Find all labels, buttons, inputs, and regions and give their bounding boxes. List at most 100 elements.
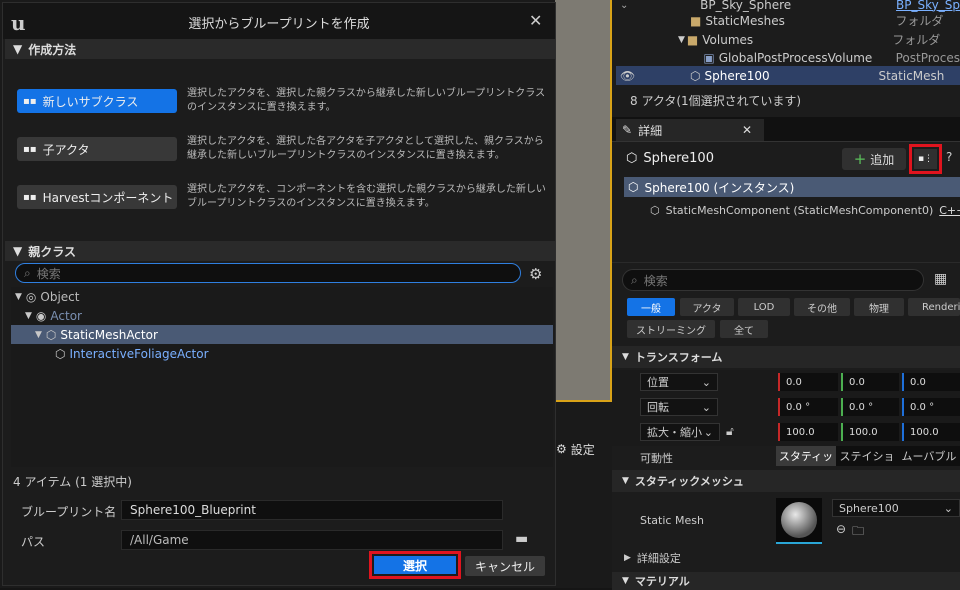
component-row-instance[interactable]: ⬡ Sphere100 (インスタンス) [624, 177, 960, 197]
material-header[interactable]: ▼ マテリアル [612, 572, 960, 590]
chevron-down-icon: ⌄ [701, 400, 711, 414]
browse-icon[interactable]: 🗀︎ [852, 522, 864, 543]
cpp-link[interactable]: C++ [939, 204, 960, 217]
expand-arrow-icon: ▼ [678, 34, 685, 45]
static-mesh-header[interactable]: ▼ スタティックメッシュ [612, 470, 960, 492]
details-search-placeholder: 検索 [643, 273, 668, 288]
blueprint-icon: ▪▪ [23, 191, 37, 203]
rotation-y-field[interactable]: 0.0 ° [841, 398, 899, 416]
rotation-dropdown[interactable]: 回転 ⌄ [640, 398, 718, 416]
scale-x-field[interactable]: 100.0 [778, 423, 838, 441]
parent-class-header[interactable]: ▼ 親クラス [5, 241, 555, 261]
static-mesh-section-label: スタティックメッシュ [634, 475, 744, 488]
scale-dropdown[interactable]: 拡大・縮小 ⌄ [640, 423, 720, 441]
new-subclass-button[interactable]: ▪▪ 新しいサブクラス [17, 89, 177, 113]
details-search-input[interactable]: ⌕ 検索 [622, 269, 924, 291]
outliner-row[interactable]: ▣ GlobalPostProcessVolume PostProces [612, 48, 960, 67]
category-physics[interactable]: 物理 [854, 298, 904, 316]
path-label: パス [21, 535, 46, 549]
category-lod[interactable]: LOD [738, 298, 790, 316]
cube-icon: ⬡ [650, 203, 660, 217]
new-subclass-description: 選択したアクタを、選択した親クラスから継承した新しいブループリントクラスのインス… [187, 88, 546, 113]
outliner-item-name: Volumes [702, 32, 754, 47]
mobility-segmented: スタティッ ステイショ ムーバブル [776, 446, 960, 466]
blueprint-name-input[interactable]: Sphere100_Blueprint [121, 500, 503, 520]
mobility-static-option[interactable]: スタティッ [776, 446, 836, 466]
category-all[interactable]: 全て [720, 320, 768, 338]
search-icon: ⌕ [24, 265, 31, 280]
dialog-title-bar: u 選択からブループリントを作成 ✕ [3, 3, 555, 39]
outliner-item-type: フォルダ [895, 14, 944, 28]
category-actor[interactable]: アクタ [680, 298, 734, 316]
advanced-row[interactable]: ▶ 詳細設定 [612, 548, 960, 568]
expand-arrow-icon: ▼ [15, 291, 22, 302]
instance-label: Sphere100 (インスタンス) [644, 180, 795, 195]
class-search-input[interactable]: ⌕ 検索 [15, 263, 521, 283]
outliner-row-selected[interactable]: 👁 ⬡ Sphere100 StaticMesh [616, 66, 960, 85]
child-actor-button[interactable]: ▪▪ 子アクタ [17, 137, 177, 161]
location-y-field[interactable]: 0.0 [841, 373, 899, 391]
new-subclass-label: 新しいサブクラス [42, 94, 139, 109]
expand-arrow-icon: ▼ [35, 329, 42, 340]
dialog-title: 選択からブループリントを作成 [188, 17, 370, 32]
viewport-settings-button[interactable]: ⚙ 設定 [556, 436, 612, 462]
category-misc[interactable]: その他 [794, 298, 850, 316]
help-icon[interactable]: ? [946, 150, 952, 164]
harvest-components-button[interactable]: ▪▪ Harvestコンポーネント [17, 185, 177, 209]
creation-method-header[interactable]: ▼ 作成方法 [5, 39, 555, 59]
tree-item-object[interactable]: ▼ ◎ Object [11, 287, 553, 306]
tab-details-label: 詳細 [638, 123, 663, 138]
scale-label: 拡大・縮小 [647, 426, 702, 439]
blueprint-icon: ▪▪ [23, 143, 37, 155]
outliner-row[interactable]: ▼ ■ Volumes フォルダ [612, 30, 960, 49]
transform-header[interactable]: ▼ トランスフォーム [612, 346, 960, 368]
location-z-field[interactable]: 0.0 [902, 373, 960, 391]
convert-to-blueprint-button[interactable]: ▪⋮ [914, 149, 937, 169]
static-mesh-dropdown[interactable]: Sphere100 ⌄ [832, 499, 960, 517]
location-dropdown[interactable]: 位置 ⌄ [640, 373, 718, 391]
path-input[interactable]: /All/Game [121, 530, 503, 550]
cancel-button[interactable]: キャンセル [465, 556, 545, 576]
tree-item-staticmeshactor[interactable]: ▼ ⬡ StaticMeshActor [11, 325, 553, 344]
search-icon: ⌕ [631, 272, 638, 287]
collapse-arrow-icon: ▼ [622, 476, 629, 486]
tree-item-interactivefoliageactor[interactable]: ⬡ InteractiveFoliageActor [11, 344, 553, 363]
grid-view-icon[interactable]: ▦ [934, 271, 947, 287]
add-component-button[interactable]: + 追加 [842, 148, 906, 170]
gear-icon[interactable]: ⚙ [529, 265, 542, 283]
rotation-z-field[interactable]: 0.0 ° [902, 398, 960, 416]
mesh-actions: ⊖ 🗀︎ [836, 522, 864, 543]
class-search-placeholder: 検索 [36, 266, 61, 281]
tree-item-actor[interactable]: ▼ ◉ Actor [11, 306, 553, 325]
viewport-focus-border [556, 0, 612, 402]
category-streaming[interactable]: ストリーミング [627, 320, 715, 338]
blueprint-icon: ▪▪ [23, 95, 37, 107]
category-rendering[interactable]: Rendering [908, 298, 960, 316]
rotation-x-field[interactable]: 0.0 ° [778, 398, 838, 416]
scale-z-field[interactable]: 100.0 [902, 423, 960, 441]
tab-details[interactable]: ✎ 詳細 ✕ [616, 119, 764, 141]
mobility-stationary-option[interactable]: ステイショ [836, 446, 898, 466]
component-row-staticmesh[interactable]: ⬡ StaticMeshComponent (StaticMeshCompone… [650, 200, 960, 220]
folder-icon[interactable]: ▬ [515, 531, 528, 547]
location-x-field[interactable]: 0.0 [778, 373, 838, 391]
use-selected-icon[interactable]: ⊖ [836, 522, 846, 543]
select-button[interactable]: 選択 [374, 556, 456, 574]
static-mesh-thumbnail[interactable] [776, 498, 822, 544]
tree-arrow-icon: ⌄ [620, 0, 629, 11]
close-icon[interactable]: ✕ [742, 123, 752, 137]
collapse-arrow-icon: ▼ [13, 42, 23, 56]
close-icon[interactable]: ✕ [529, 11, 542, 30]
component-label: StaticMeshComponent (StaticMeshComponent… [665, 203, 934, 217]
category-general[interactable]: 一般 [627, 298, 675, 316]
outliner-row[interactable]: ■ StaticMeshes フォルダ [612, 11, 960, 30]
folder-open-icon: ■ [686, 32, 699, 47]
chevron-down-icon: ⌄ [703, 425, 713, 439]
object-class-icon: ◎ [25, 289, 37, 304]
mobility-label: 可動性 [640, 452, 673, 465]
mobility-movable-option[interactable]: ムーバブル [898, 446, 960, 466]
scale-y-field[interactable]: 100.0 [841, 423, 899, 441]
tree-item-label: Object [40, 289, 80, 304]
lock-icon[interactable]: 🔓︎ [726, 424, 734, 439]
advanced-label: 詳細設定 [636, 552, 681, 565]
